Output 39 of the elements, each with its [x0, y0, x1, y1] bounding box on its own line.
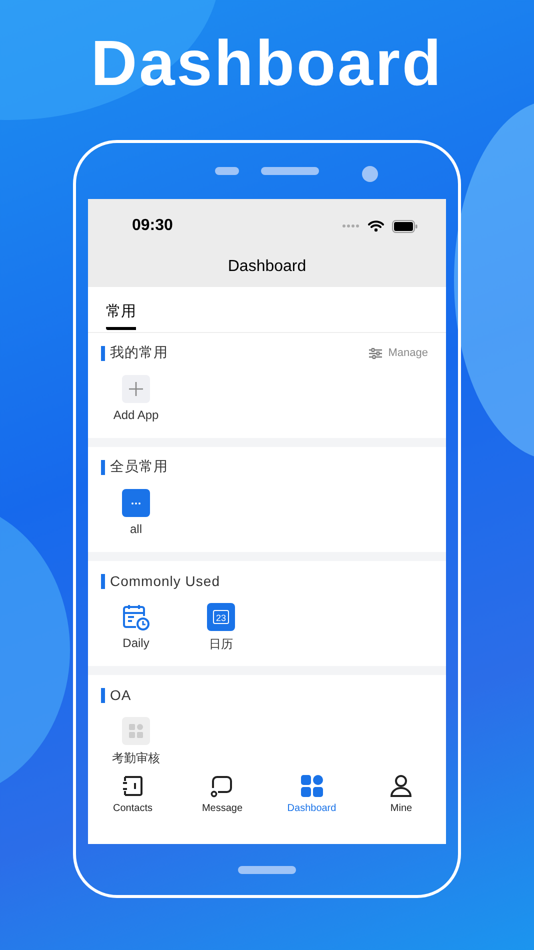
status-time: 09:30: [132, 217, 173, 235]
battery-icon: [392, 220, 418, 232]
app-item[interactable]: Daily: [101, 603, 171, 653]
nav-title: Dashboard: [226, 258, 308, 276]
person-icon: [389, 774, 414, 798]
tab-bar-item[interactable]: Mine: [356, 774, 446, 844]
section-title: 我的常用: [110, 344, 169, 362]
home-indicator: [238, 866, 296, 874]
contacts-icon: [120, 774, 145, 798]
manage-button[interactable]: Manage: [369, 347, 428, 359]
wifi-icon: [368, 220, 384, 232]
app-grid-icon: [122, 717, 150, 745]
section-title: 全员常用: [110, 458, 169, 476]
section-title: Commonly Used: [110, 573, 221, 589]
section-title: OA: [110, 687, 132, 703]
sliders-icon: [369, 348, 382, 358]
sensor: [215, 167, 239, 175]
app-item[interactable]: 考勤审核: [101, 717, 171, 764]
app-item[interactable]: all: [101, 489, 171, 536]
section-marker: [101, 574, 105, 588]
dashboard-icon: [300, 774, 324, 798]
section-marker: [101, 346, 105, 360]
tab-bar-item[interactable]: Contacts: [88, 774, 178, 844]
signal-icon: [342, 224, 360, 228]
speaker: [261, 167, 319, 175]
app-item[interactable]: Add App: [101, 375, 171, 422]
app-item[interactable]: 23 日历: [186, 603, 256, 653]
headline: Dashboard: [90, 26, 444, 100]
tab-bar-item[interactable]: Message: [178, 774, 267, 844]
plus-icon: [122, 375, 150, 403]
section-marker: [101, 460, 105, 474]
section-marker: [101, 688, 105, 702]
tab[interactable]: 常用: [106, 287, 136, 330]
camera: [362, 166, 378, 182]
more-icon: [122, 489, 150, 517]
chat-icon: [210, 774, 234, 798]
calendar-icon: 23: [207, 603, 235, 631]
tab-bar-item[interactable]: Dashboard: [267, 774, 356, 844]
calendar-clock-icon: [122, 603, 150, 631]
